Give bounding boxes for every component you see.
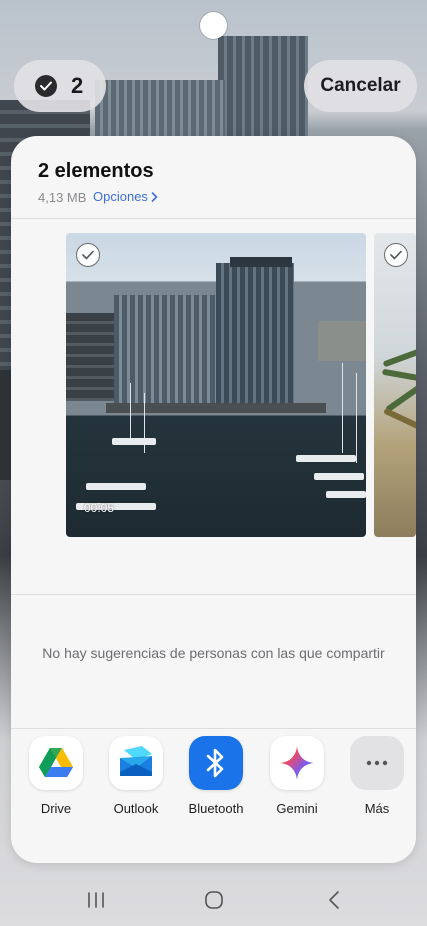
recents-button[interactable] [76, 880, 116, 920]
share-app-outlook[interactable]: Outlook [101, 736, 171, 816]
recents-icon [88, 892, 104, 908]
video-thumbnail[interactable]: 00:05 [66, 233, 366, 537]
image-thumbnail[interactable] [374, 233, 416, 537]
divider [11, 594, 416, 595]
share-app-gemini[interactable]: Gemini [262, 736, 332, 816]
front-camera-cutout [200, 12, 227, 39]
selected-check-icon[interactable] [384, 243, 408, 267]
home-button[interactable] [194, 880, 234, 920]
cancel-button[interactable]: Cancelar [304, 60, 417, 112]
check-icon [35, 75, 57, 97]
share-sheet-header: 2 elementos 4,13 MB Opciones [11, 136, 416, 218]
options-label: Opciones [93, 189, 148, 204]
system-navigation-bar [0, 880, 427, 920]
sheet-title: 2 elementos [38, 160, 154, 182]
app-label: Bluetooth [188, 801, 244, 816]
divider [11, 728, 416, 729]
back-button[interactable] [314, 880, 354, 920]
app-label: Gemini [276, 801, 318, 816]
gemini-icon [270, 736, 324, 790]
selected-check-icon[interactable] [76, 243, 100, 267]
outlook-icon [109, 736, 163, 790]
google-drive-icon [29, 736, 83, 790]
chevron-right-icon [151, 191, 158, 202]
file-size: 4,13 MB [38, 190, 87, 205]
home-icon [205, 891, 223, 909]
share-sheet: 2 elementos 4,13 MB Opciones 00:05 No ha… [11, 136, 416, 863]
video-duration: 00:05 [84, 501, 115, 515]
options-link[interactable]: Opciones [93, 189, 158, 204]
selection-count-pill[interactable]: 2 [14, 60, 106, 112]
share-apps-row: Drive Outlook Bluetooth Gemini Más [11, 736, 416, 836]
share-app-drive[interactable]: Drive [21, 736, 91, 816]
app-label: Más [364, 801, 390, 816]
bluetooth-icon [189, 736, 243, 790]
share-app-bluetooth[interactable]: Bluetooth [181, 736, 251, 816]
back-icon [329, 891, 339, 909]
divider [11, 218, 416, 219]
no-suggestions-message: No hay sugerencias de personas con las q… [42, 645, 385, 661]
app-label: Drive [40, 801, 72, 816]
more-icon [350, 736, 404, 790]
selection-count: 2 [71, 73, 84, 98]
share-app-more[interactable]: Más [342, 736, 412, 816]
app-label: Outlook [113, 801, 159, 816]
